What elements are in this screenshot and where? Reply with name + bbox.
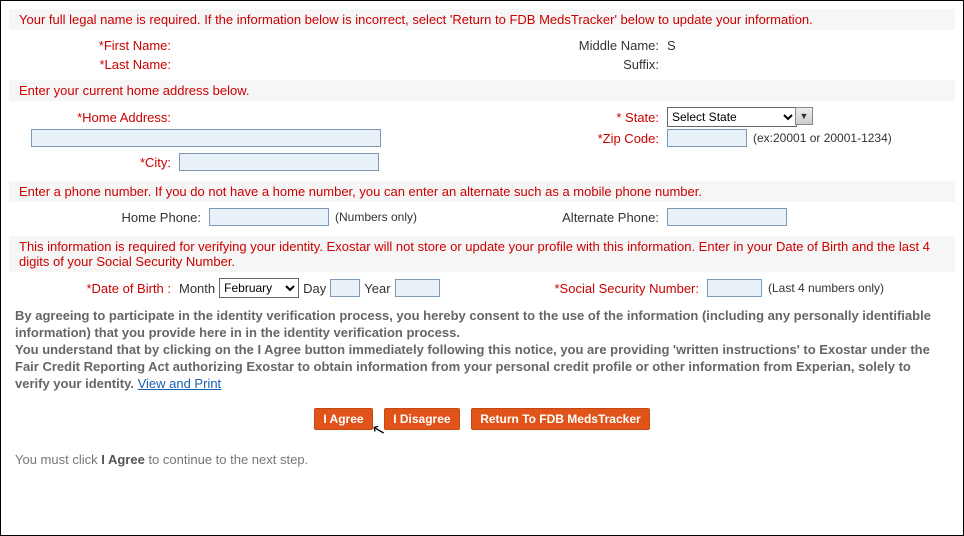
home-phone-hint: (Numbers only)	[335, 210, 417, 224]
return-button[interactable]: Return To FDB MedsTracker	[471, 408, 649, 430]
zip-label: *Zip Code:	[482, 131, 667, 146]
middle-name-label: Middle Name:	[482, 38, 667, 53]
state-label: * State:	[482, 110, 667, 125]
city-input[interactable]	[179, 153, 379, 171]
home-phone-input[interactable]	[209, 208, 329, 226]
home-phone-label: Home Phone:	[9, 210, 209, 225]
dob-label: *Date of Birth :	[9, 281, 179, 296]
home-address-input[interactable]	[31, 129, 381, 147]
day-input[interactable]	[330, 279, 360, 297]
chevron-down-icon: ▼	[795, 107, 813, 125]
phone-instruction: Enter a phone number. If you do not have…	[9, 181, 955, 202]
alt-phone-label: Alternate Phone:	[482, 210, 667, 225]
ssn-hint: (Last 4 numbers only)	[768, 281, 884, 295]
zip-hint: (ex:20001 or 20001-1234)	[753, 131, 892, 145]
month-select[interactable]: February	[219, 278, 299, 298]
middle-name-value: S	[667, 38, 676, 53]
view-print-link[interactable]: View and Print	[138, 376, 222, 391]
year-input[interactable]	[395, 279, 440, 297]
disclaimer-p1: By agreeing to participate in the identi…	[15, 308, 931, 340]
disagree-button[interactable]: I Disagree	[384, 408, 459, 430]
year-text: Year	[364, 281, 390, 296]
address-instruction: Enter your current home address below.	[9, 80, 955, 101]
footnote: You must click I Agree to continue to th…	[9, 448, 955, 471]
state-select[interactable]: Select State	[667, 107, 797, 127]
alt-phone-input[interactable]	[667, 208, 787, 226]
identity-instruction: This information is required for verifyi…	[9, 236, 955, 272]
last-name-label: *Last Name:	[9, 57, 179, 72]
day-text: Day	[303, 281, 326, 296]
agree-button[interactable]: I Agree	[314, 408, 372, 430]
city-label: *City:	[9, 155, 179, 170]
ssn-input[interactable]	[707, 279, 762, 297]
home-address-label: *Home Address:	[9, 110, 179, 125]
legal-name-instruction: Your full legal name is required. If the…	[9, 9, 955, 30]
suffix-label: Suffix:	[482, 57, 667, 72]
zip-input[interactable]	[667, 129, 747, 147]
ssn-label: *Social Security Number:	[482, 281, 707, 296]
month-text: Month	[179, 281, 215, 296]
first-name-label: *First Name:	[9, 38, 179, 53]
